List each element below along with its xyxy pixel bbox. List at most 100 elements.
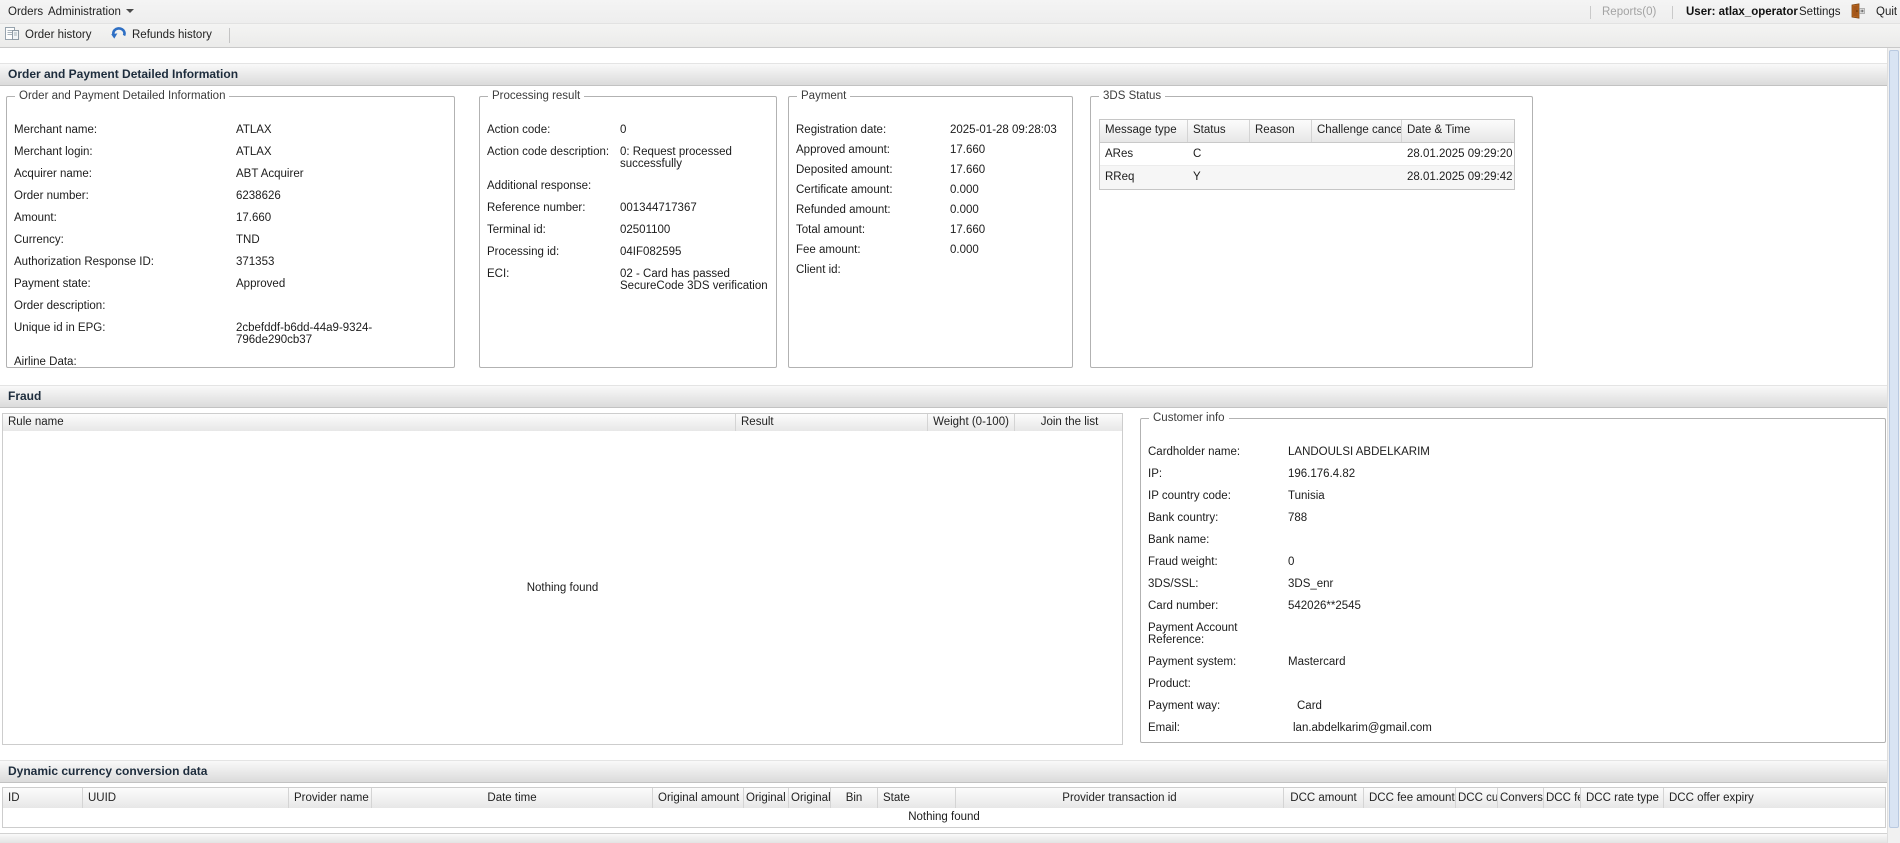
divider [1672,6,1673,19]
row-payment-state: Payment state: Approved [14,278,286,290]
row-terminal-id: Terminal id: 02501100 [487,224,671,236]
dcc-empty-text: Nothing found [908,811,980,823]
column-header-result: Result [736,414,928,431]
row-product: Product: [1148,678,1191,690]
threeds-table: Message type Status Reason Challenge can… [1099,119,1515,190]
dcc-table-body: Nothing found [2,808,1886,828]
column-header-dcc-amount: DCC amount [1284,788,1364,808]
row-fraud-weight: Fraud weight: 0 [1148,556,1295,568]
row-deposited-amount: Deposited amount: 17.660 [796,164,986,176]
row-card-number: Card number: 542026**2545 [1148,600,1361,612]
toolbar: Order history Refunds history [0,24,1900,48]
column-header-reason: Reason [1250,120,1312,142]
section-header-dcc: Dynamic currency conversion data [0,760,1887,783]
fieldset-processing-result: Processing result Action code: 0 Action c… [479,89,777,368]
menu-orders[interactable]: Orders [8,0,43,24]
threeds-row-ares: ARes C 28.01.2025 09:29:20 [1100,143,1514,166]
section-header-partial [0,833,1887,843]
row-unique-id-epg: Unique id in EPG: 2cbefddf-b6dd-44a9-9324… [14,322,373,346]
column-header-dcc-offer-expiry: DCC offer expiry [1669,792,1754,804]
row-merchant-login: Merchant login: ATLAX [14,146,272,158]
column-header-dcc-fee: DCC fee [1544,788,1581,808]
fieldset-customer-info: Customer info Cardholder name: LANDOULSI … [1140,411,1886,743]
order-history-label: Order history [25,29,92,41]
row-additional-response: Additional response: [487,180,592,192]
row-3ds-ssl: 3DS/SSL: 3DS_enr [1148,578,1334,590]
column-header-original-fee: Original f [744,788,789,808]
column-header-join-the-list: Join the list [1040,416,1099,428]
row-client-id: Client id: [796,264,841,276]
column-header-bin: Bin [831,788,878,808]
row-processing-id: Processing id: 04IF082595 [487,246,682,258]
menu-reports: Reports(0) [1602,6,1657,18]
quit-button[interactable] [1849,0,1865,24]
column-header-date-time: Date time [372,788,653,808]
vertical-scrollbar[interactable] [1887,48,1900,843]
scrollbar-thumb[interactable] [1889,50,1899,828]
row-reference-number: Reference number: 001344717367 [487,202,697,214]
column-header-original-amount: Original amount [653,788,744,808]
order-history-button[interactable]: Order history [4,24,91,47]
row-order-number: Order number: 6238626 [14,190,281,202]
row-total-amount: Total amount: 17.660 [796,224,986,236]
column-header-original-currency: Original c [789,788,831,808]
refund-arrow-icon [111,27,126,39]
row-action-code: Action code: 0 [487,124,627,136]
section-header-fraud: Fraud [0,385,1887,408]
row-ip: IP: 196.176.4.82 [1148,468,1356,480]
row-cardholder-name: Cardholder name: LANDOULSI ABDELKARIM [1148,446,1430,458]
row-airline-data: Airline Data: [14,356,77,367]
row-ip-country-code: IP country code: Tunisia [1148,490,1325,502]
row-action-code-description: Action code description: 0: Request proce… [487,146,732,170]
column-header-message-type: Message type [1100,120,1188,142]
fieldset-order-info: Order and Payment Detailed Information M… [6,89,455,368]
column-header-provider-transaction-id: Provider transaction id [956,788,1284,808]
document-icon [5,27,19,40]
section-header-order-payment: Order and Payment Detailed Information [0,63,1887,86]
quit-label[interactable]: Quit [1876,0,1897,24]
menu-administration-label: Administration [48,6,121,18]
fraud-table-body: Nothing found [2,431,1123,745]
row-bank-country: Bank country: 788 [1148,512,1308,524]
threeds-row-rreq: RReq Y 28.01.2025 09:29:42 [1100,166,1514,189]
column-header-dcc-rate-type: DCC rate type [1581,788,1664,808]
row-payment-way: Payment way: Card [1148,700,1322,712]
row-email: Email: lan.abdelkarim@gmail.com [1148,722,1432,734]
column-header-state: State [878,788,956,808]
row-merchant-name: Merchant name: ATLAX [14,124,272,136]
column-header-weight: Weight (0-100) [928,414,1015,431]
column-header-rule-name: Rule name [3,414,736,431]
row-refunded-amount: Refunded amount: 0.000 [796,204,979,216]
row-eci: ECI: 02 - Card has passed SecureCode 3DS … [487,268,768,292]
column-header-dcc-currency: DCC curr [1456,788,1498,808]
open-door-icon [1851,3,1865,19]
row-approved-amount: Approved amount: 17.660 [796,144,986,156]
row-authorization-response-id: Authorization Response ID: 371353 [14,256,275,268]
column-header-conversion: Conversi [1498,788,1544,808]
fraud-empty-text: Nothing found [526,581,599,594]
refunds-history-button[interactable]: Refunds history [110,24,212,47]
row-amount: Amount: 17.660 [14,212,272,224]
fieldset-3ds-status: 3DS Status Message type Status Reason Ch… [1090,89,1533,368]
row-order-description: Order description: [14,300,106,312]
column-header-id: ID [3,788,83,808]
dcc-table-header: ID UUID Provider name Date time Original… [2,787,1886,809]
fieldset-payment: Payment Registration date: 2025-01-28 09:… [788,89,1073,368]
threeds-table-header: Message type Status Reason Challenge can… [1100,120,1514,143]
menu-administration[interactable]: Administration [48,0,134,24]
row-currency: Currency: TND [14,234,260,246]
divider [1590,6,1591,19]
column-header-uuid: UUID [83,788,289,808]
menu-settings[interactable]: Settings [1799,0,1841,24]
row-bank-name: Bank name: [1148,534,1210,546]
fraud-table-header: Rule name Result Weight (0-100) Join the… [2,413,1123,432]
row-payment-account-reference: Payment Account Reference: [1148,622,1238,646]
fieldset-legend: 3DS Status [1099,89,1166,104]
row-acquirer-name: Acquirer name: ABT Acquirer [14,168,304,180]
row-fee-amount: Fee amount: 0.000 [796,244,979,256]
column-header-provider-name: Provider name [289,788,372,808]
row-payment-system: Payment system: Mastercard [1148,656,1346,668]
row-registration-date: Registration date: 2025-01-28 09:28:03 [796,124,1057,136]
column-header-status: Status [1188,120,1250,142]
refunds-history-label: Refunds history [132,29,212,41]
